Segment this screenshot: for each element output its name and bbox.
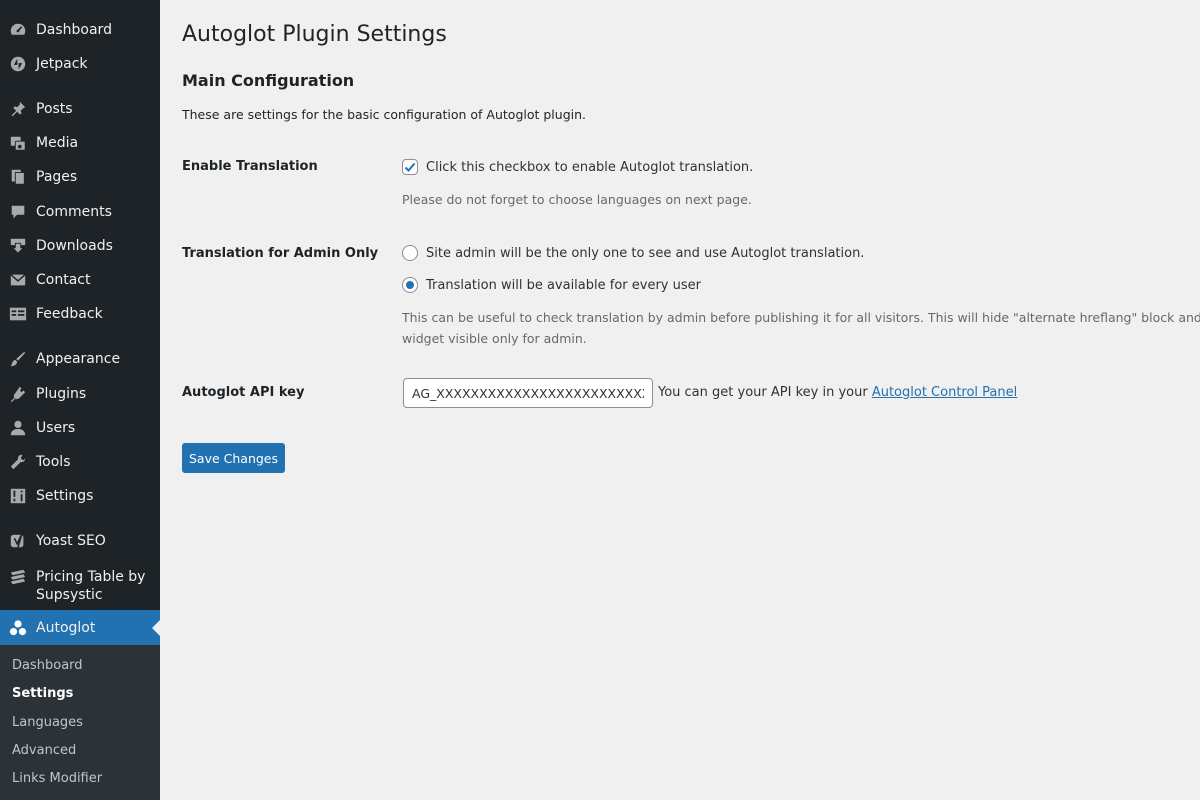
enable-translation-hint: Please do not forget to choose languages… <box>402 192 752 207</box>
enable-translation-checkbox[interactable] <box>402 159 418 175</box>
sidebar-item-downloads[interactable]: Downloads <box>0 236 160 256</box>
admin-sidebar: Dashboard Jetpack Posts Media Pages Comm… <box>0 0 160 800</box>
sidebar-item-jetpack[interactable]: Jetpack <box>0 54 160 74</box>
settings-main: Autoglot Plugin Settings Main Configurat… <box>160 0 1200 800</box>
comment-icon <box>8 202 28 222</box>
dashboard-icon <box>8 20 28 40</box>
radio-site-admin-text: Site admin will be the only one to see a… <box>426 245 865 261</box>
sidebar-item-posts[interactable]: Posts <box>0 99 160 119</box>
media-icon <box>8 133 28 153</box>
radio-selected-dot <box>406 281 414 289</box>
api-key-note-text: You can get your API key in your <box>658 385 868 400</box>
api-key-note: You can get your API key in your Autoglo… <box>658 385 1017 400</box>
sidebar-item-plugins[interactable]: Plugins <box>0 384 160 404</box>
yoast-icon <box>8 531 28 551</box>
enable-translation-label: Enable Translation <box>182 159 318 174</box>
sliders-icon <box>8 486 28 506</box>
radio-every-user[interactable] <box>402 277 418 293</box>
sidebar-item-settings[interactable]: Settings <box>0 486 160 506</box>
download-icon <box>8 236 28 256</box>
section-title: Main Configuration <box>182 71 355 90</box>
sidebar-item-feedback[interactable]: Feedback <box>0 304 160 324</box>
submenu-item-languages[interactable]: Languages <box>12 714 83 732</box>
checkmark-icon <box>404 162 416 172</box>
autoglot-control-panel-link[interactable]: Autoglot Control Panel <box>872 385 1017 400</box>
api-key-input[interactable] <box>403 378 653 408</box>
save-changes-button[interactable]: Save Changes <box>182 443 285 473</box>
user-icon <box>8 418 28 438</box>
admin-only-hint-line-2: widget visible only for admin. <box>402 331 587 346</box>
section-description: These are settings for the basic configu… <box>182 107 587 122</box>
sidebar-item-appearance[interactable]: Appearance <box>0 349 160 369</box>
admin-only-label: Translation for Admin Only <box>182 246 379 261</box>
sidebar-item-tools[interactable]: Tools <box>0 452 160 472</box>
admin-only-option-site-admin[interactable]: Site admin will be the only one to see a… <box>402 245 864 261</box>
pages-icon <box>8 167 28 187</box>
sidebar-item-pages[interactable]: Pages <box>0 167 160 187</box>
pin-icon <box>8 99 28 119</box>
radio-every-user-text: Translation will be available for every … <box>426 277 701 293</box>
autoglot-submenu: Dashboard Settings Languages Advanced Li… <box>0 645 160 800</box>
brush-icon <box>8 349 28 369</box>
page-title: Autoglot Plugin Settings <box>182 22 447 47</box>
sidebar-item-yoast-seo[interactable]: Yoast SEO <box>0 531 160 551</box>
sidebar-item-users[interactable]: Users <box>0 418 160 438</box>
jetpack-icon <box>8 54 28 74</box>
admin-only-option-every-user[interactable]: Translation will be available for every … <box>402 277 701 293</box>
sidebar-item-media[interactable]: Media <box>0 133 160 153</box>
api-key-label: Autoglot API key <box>182 385 305 400</box>
mail-icon <box>8 270 28 290</box>
feedback-icon <box>8 304 28 324</box>
admin-only-hint-line-1: This can be useful to check translation … <box>402 310 1200 325</box>
submenu-item-dashboard[interactable]: Dashboard <box>12 657 83 675</box>
submenu-item-links-modifier[interactable]: Links Modifier <box>12 770 102 788</box>
enable-translation-text: Click this checkbox to enable Autoglot t… <box>426 159 754 175</box>
wrench-icon <box>8 452 28 472</box>
sidebar-item-pricing-table[interactable]: Pricing Table by Supsystic <box>0 566 160 604</box>
sidebar-item-contact[interactable]: Contact <box>0 270 160 290</box>
sidebar-item-autoglot[interactable]: Autoglot <box>0 610 160 645</box>
sidebar-item-comments[interactable]: Comments <box>0 202 160 222</box>
sidebar-item-dashboard[interactable]: Dashboard <box>0 20 160 40</box>
table-icon <box>8 567 28 587</box>
submenu-item-settings[interactable]: Settings <box>12 685 73 703</box>
autoglot-icon <box>8 618 28 638</box>
radio-site-admin[interactable] <box>402 245 418 261</box>
submenu-item-advanced[interactable]: Advanced <box>12 742 76 760</box>
enable-translation-option[interactable]: Click this checkbox to enable Autoglot t… <box>402 159 753 175</box>
plugin-icon <box>8 384 28 404</box>
